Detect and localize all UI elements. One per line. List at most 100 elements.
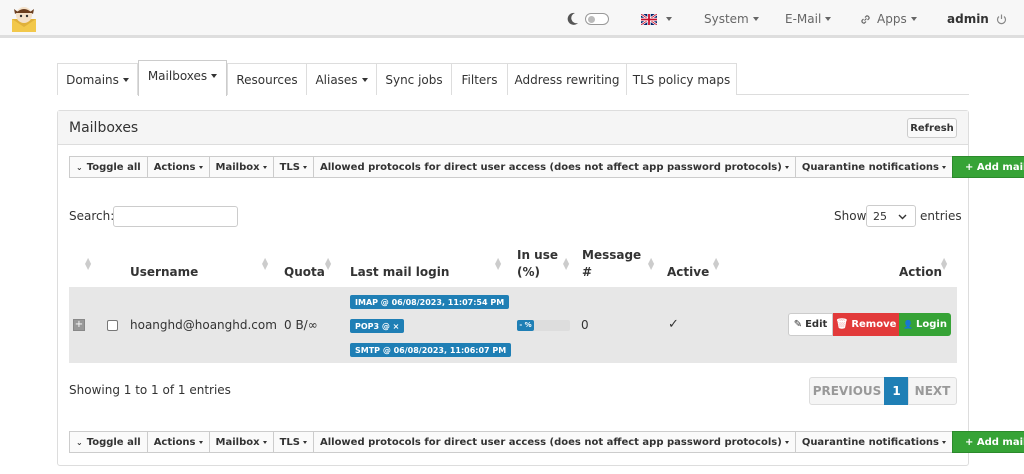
refresh-button[interactable]: Refresh [907, 118, 957, 138]
chevron-down-icon [898, 214, 907, 220]
allowed-protocols-label: Allowed protocols for direct user access… [319, 161, 782, 173]
toggle-all-button[interactable]: ⌄ Toggle all [69, 431, 148, 453]
tls-dropdown[interactable]: TLS [272, 156, 314, 178]
column-action: Action [899, 265, 943, 279]
tab-resources[interactable]: Resources [227, 63, 307, 95]
tab-aliases[interactable]: Aliases [306, 63, 377, 95]
sort-icon[interactable]: ▲ ▼ [262, 257, 268, 271]
actions-dropdown[interactable]: Actions [146, 156, 210, 178]
system-menu[interactable]: System [704, 0, 759, 38]
email-menu-label: E-Mail [785, 12, 822, 26]
column-last-login[interactable]: Last mail login [350, 265, 449, 279]
column-in-use[interactable]: In use [517, 248, 558, 262]
add-mailbox-button[interactable]: + Add mailbox [952, 156, 1024, 178]
quarantine-dropdown[interactable]: Quarantine notifications [794, 431, 954, 453]
mailbox-dropdown[interactable]: Mailbox [208, 431, 274, 453]
remove-label: Remove [851, 319, 897, 330]
page-1-button[interactable]: 1 [884, 377, 909, 405]
tab-domains[interactable]: Domains [57, 63, 138, 95]
dark-mode-toggle[interactable] [567, 0, 609, 38]
quarantine-dropdown[interactable]: Quarantine notifications [794, 156, 954, 178]
imap-login-badge: IMAP @ 06/08/2023, 11:07:54 PM [350, 295, 510, 309]
tab-sync-jobs[interactable]: Sync jobs [376, 63, 452, 95]
sort-icon[interactable]: ▲ ▼ [648, 257, 654, 271]
language-dropdown[interactable] [641, 0, 672, 38]
mailcow-logo[interactable] [10, 5, 38, 33]
apps-menu[interactable]: Apps [860, 0, 917, 38]
link-icon [861, 14, 870, 24]
panel-header: Mailboxes Refresh [58, 111, 968, 145]
smtp-login-badge: SMTP @ 06/08/2023, 11:06:07 PM [350, 343, 512, 357]
toggle-all-button[interactable]: ⌄ Toggle all [69, 156, 148, 178]
allowed-protocols-dropdown[interactable]: Allowed protocols for direct user access… [312, 156, 796, 178]
chevron-down-icon [666, 17, 672, 21]
sort-icon[interactable]: ▲ ▼ [85, 257, 91, 271]
bottom-toolbar: ⌄ Toggle all Actions Mailbox TLS Allowed … [69, 431, 1024, 453]
chevron-down-icon [262, 440, 267, 444]
mailbox-dropdown[interactable]: Mailbox [208, 156, 274, 178]
sort-icon[interactable]: ▲ ▼ [325, 257, 331, 271]
sort-icon[interactable]: ▲ ▼ [563, 257, 569, 271]
usage-progress-bar: - % [517, 320, 570, 331]
power-icon[interactable] [996, 14, 1007, 25]
edit-label: Edit [805, 319, 828, 330]
search-input[interactable] [113, 206, 238, 227]
sort-icon[interactable]: ▲ ▼ [941, 257, 947, 271]
allowed-protocols-dropdown[interactable]: Allowed protocols for direct user access… [312, 431, 796, 453]
toggle-switch[interactable] [585, 13, 609, 25]
chevron-down-icon [198, 440, 203, 444]
tab-mailboxes[interactable]: Mailboxes [138, 60, 227, 96]
next-page-button[interactable]: NEXT [908, 377, 957, 405]
previous-page-button[interactable]: PREVIOUS [809, 377, 885, 405]
chevron-down-icon [211, 73, 218, 78]
column-message[interactable]: Message [582, 248, 641, 262]
login-button[interactable]: 👤 Login [899, 313, 951, 336]
table-row: + hoanghd@hoanghd.com 0 B/∞ IMAP @ 06/08… [69, 287, 957, 363]
column-active[interactable]: Active [667, 265, 709, 279]
quarantine-label: Quarantine notifications [801, 161, 940, 173]
column-username[interactable]: Username [130, 265, 198, 279]
top-navbar: System E-Mail Apps admin [0, 0, 1024, 38]
system-menu-label: System [704, 12, 749, 26]
page-size-select[interactable]: 25 [866, 205, 916, 227]
actions-label: Actions [153, 436, 196, 448]
chevron-down-icon [784, 440, 789, 444]
allowed-protocols-label: Allowed protocols for direct user access… [319, 436, 782, 448]
edit-button[interactable]: ✎ Edit [788, 313, 833, 336]
page-size-value: 25 [873, 210, 887, 223]
tab-tls-policy-maps[interactable]: TLS policy maps [626, 63, 737, 95]
chevron-down-icon [784, 165, 789, 169]
column-message-unit: # [582, 265, 593, 279]
tls-label: TLS [279, 436, 300, 448]
toggle-all-icon: ⌄ [76, 162, 83, 172]
sort-icon[interactable]: ▲ ▼ [495, 257, 501, 271]
toggle-all-icon: ⌄ [76, 437, 83, 447]
column-quota[interactable]: Quota [284, 265, 325, 279]
row-checkbox[interactable] [107, 320, 118, 331]
chevron-down-icon [752, 17, 759, 21]
chevron-down-icon [302, 440, 307, 444]
user-menu[interactable]: admin [947, 0, 1007, 38]
sort-icon[interactable]: ▲ ▼ [713, 257, 719, 271]
mailbox-label: Mailbox [215, 161, 260, 173]
expand-icon[interactable]: + [73, 319, 85, 331]
tab-aliases-label: Aliases [315, 72, 358, 87]
actions-dropdown[interactable]: Actions [146, 431, 210, 453]
remove-button[interactable]: 🗑 Remove [833, 313, 899, 336]
panel-title: Mailboxes [69, 120, 139, 136]
add-mailbox-button[interactable]: + Add mailbox [952, 431, 1024, 453]
pop3-login-badge: POP3 @ × [350, 319, 405, 333]
chevron-down-icon [942, 440, 947, 444]
top-toolbar: ⌄ Toggle all Actions Mailbox TLS Allowed … [69, 156, 1024, 178]
show-label: Show [834, 209, 867, 223]
tab-filters[interactable]: Filters [451, 63, 508, 95]
entries-label: entries [920, 209, 962, 223]
tab-filters-label: Filters [461, 72, 498, 87]
tab-address-rewriting[interactable]: Address rewriting [507, 63, 627, 95]
tls-dropdown[interactable]: TLS [272, 431, 314, 453]
username-label: admin [947, 12, 989, 26]
email-menu[interactable]: E-Mail [785, 0, 832, 38]
showing-info: Showing 1 to 1 of 1 entries [69, 383, 231, 397]
usage-progress-fill: - % [517, 320, 534, 331]
tab-domains-label: Domains [66, 72, 119, 87]
